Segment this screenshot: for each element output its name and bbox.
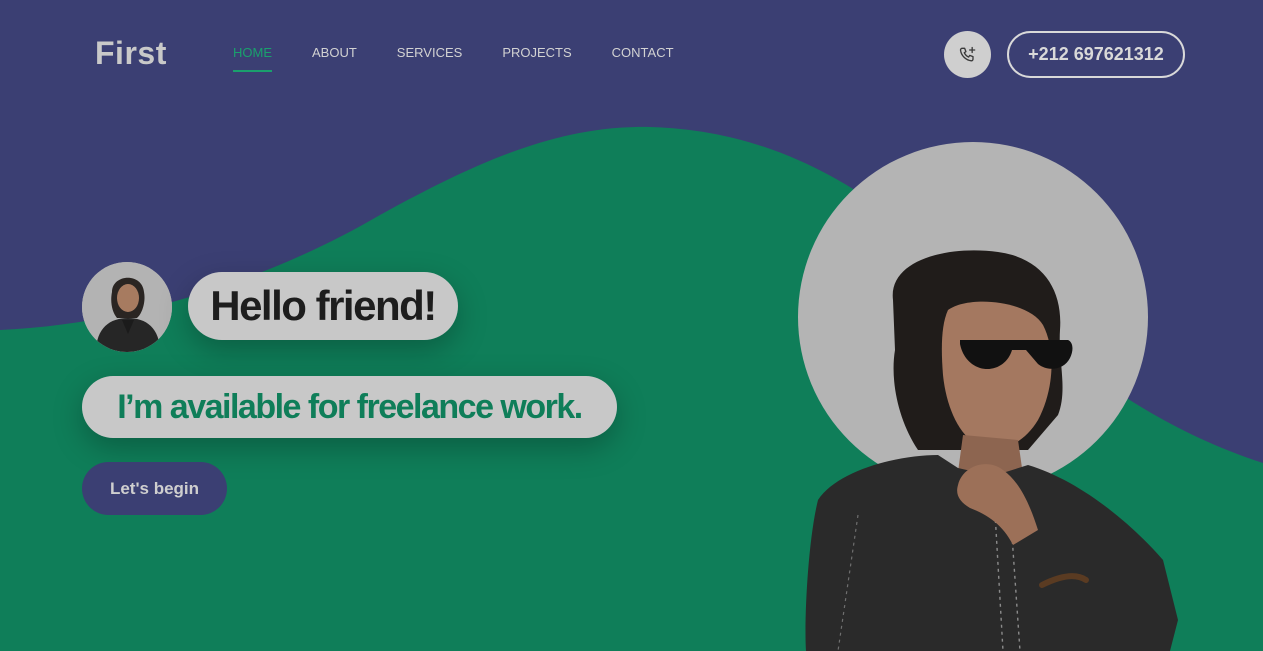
- phone-number-button[interactable]: +212 697621312: [1007, 31, 1185, 78]
- nav-home[interactable]: HOME: [233, 45, 272, 72]
- main-nav: HOME ABOUT SERVICES PROJECTS CONTACT: [233, 45, 674, 72]
- lets-begin-button[interactable]: Let's begin: [82, 462, 227, 515]
- avatar-photo: [82, 262, 172, 352]
- site-logo[interactable]: First: [95, 35, 167, 72]
- call-button[interactable]: [944, 31, 991, 78]
- nav-projects[interactable]: PROJECTS: [502, 45, 571, 66]
- phone-plus-icon: [959, 46, 975, 61]
- avatar: [82, 262, 172, 352]
- nav-services[interactable]: SERVICES: [397, 45, 463, 66]
- portrait-photo: [805, 250, 1178, 651]
- site-header: First HOME ABOUT SERVICES PROJECTS CONTA…: [0, 0, 1263, 108]
- nav-about[interactable]: ABOUT: [312, 45, 357, 66]
- nav-contact[interactable]: CONTACT: [612, 45, 674, 66]
- greeting-bubble: Hello friend!: [188, 272, 458, 340]
- availability-bubble: I’m available for freelance work.: [82, 376, 617, 438]
